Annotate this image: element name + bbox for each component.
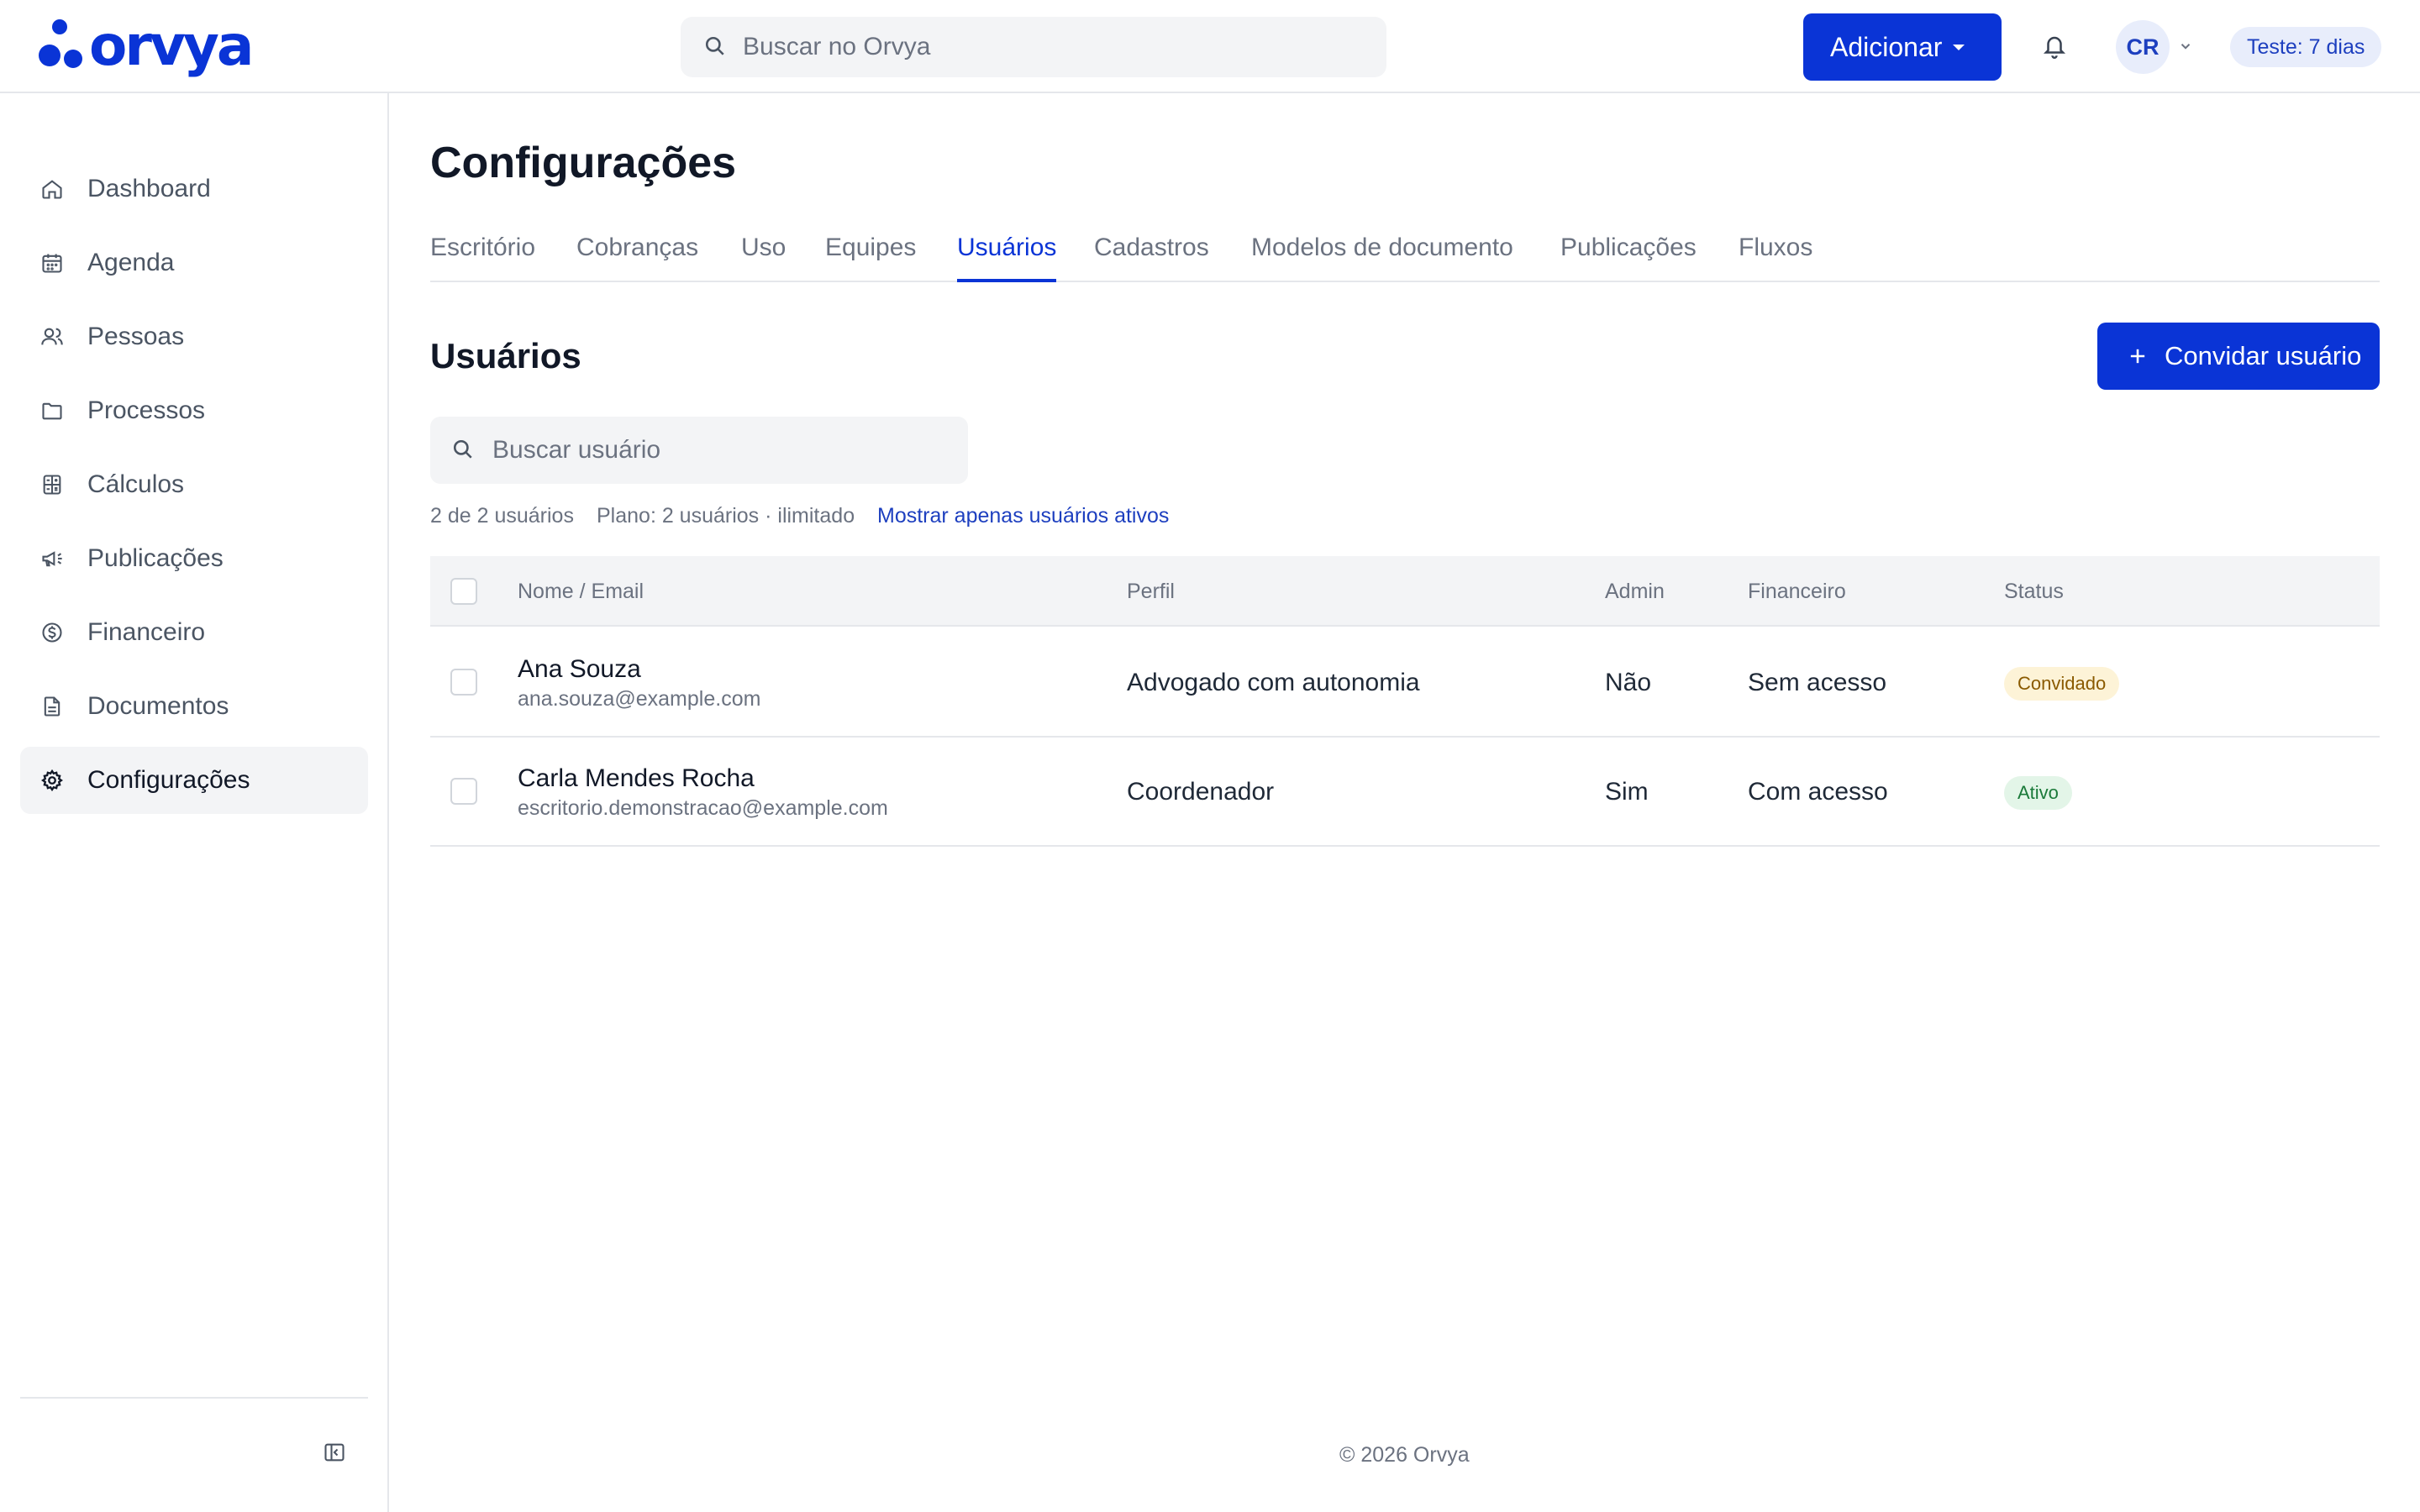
folder-icon [42, 402, 62, 420]
dollar-circle-icon [42, 622, 62, 643]
invite-user-label: Convidar usuário [2165, 341, 2362, 370]
sidebar-item-agenda[interactable]: Agenda [20, 229, 368, 297]
tab-uso[interactable]: Uso [741, 234, 786, 282]
user-profile: Coordenador [1127, 778, 1275, 806]
sidebar: Dashboard Agenda Pessoas Processos Cálcu… [0, 93, 389, 1512]
sidebar-item-label: Configurações [87, 766, 250, 794]
sidebar-item-financeiro[interactable]: Financeiro [20, 599, 368, 666]
sidebar-item-publicacoes[interactable]: Publicações [20, 525, 368, 592]
user-name[interactable]: Carla Mendes Rocha [518, 764, 755, 793]
calculator-icon [43, 475, 61, 495]
user-count: 2 de 2 usuários [430, 504, 574, 528]
column-header-perfil[interactable]: Perfil [1127, 580, 1175, 604]
tab-escritorio[interactable]: Escritório [430, 234, 535, 282]
home-icon [42, 180, 62, 199]
sidebar-divider [20, 1397, 368, 1399]
sidebar-item-label: Financeiro [87, 618, 206, 646]
search-icon [453, 439, 472, 459]
global-search-input[interactable]: Buscar no Orvya [681, 17, 1386, 77]
column-header-admin[interactable]: Admin [1605, 580, 1665, 604]
user-search-input[interactable]: Buscar usuário [430, 417, 968, 484]
calendar-icon [42, 254, 62, 273]
trial-label: Teste: 7 dias [2247, 34, 2365, 59]
tab-publicacoes[interactable]: Publicações [1560, 234, 1697, 282]
sidebar-item-label: Agenda [87, 249, 175, 276]
add-button[interactable]: Adicionar [1803, 13, 2002, 81]
table-header: Nome / Email Perfil Admin Financeiro Sta… [430, 556, 2380, 627]
search-icon [705, 36, 724, 55]
footer-copyright: © 2026 Orvya [1339, 1443, 1470, 1467]
settings-tabs: Escritório Cobranças Uso Equipes Usuário… [430, 227, 2380, 282]
column-header-status[interactable]: Status [2004, 580, 2064, 604]
trial-badge[interactable]: Teste: 7 dias [2230, 27, 2382, 67]
bell-icon[interactable] [2042, 32, 2067, 60]
sidebar-item-pessoas[interactable]: Pessoas [20, 303, 368, 370]
sidebar-collapse-icon[interactable] [323, 1441, 346, 1464]
sidebar-item-calculos[interactable]: Cálculos [20, 451, 368, 518]
tab-cobrancas[interactable]: Cobranças [576, 234, 698, 282]
global-search-placeholder: Buscar no Orvya [743, 33, 931, 60]
sidebar-item-documentos[interactable]: Documentos [20, 673, 368, 740]
top-bar: orvya Buscar no Orvya Adicionar CR Teste… [0, 0, 2420, 93]
sidebar-item-configuracoes[interactable]: Configurações [20, 747, 368, 814]
logo-wordmark: orvya [89, 13, 254, 78]
caret-down-icon [1953, 45, 1965, 50]
user-avatar[interactable]: CR [2116, 20, 2170, 74]
table-row[interactable]: Carla Mendes Rocha escritorio.demonstrac… [430, 738, 2380, 847]
user-email: ana.souza@example.com [518, 687, 761, 711]
sidebar-item-label: Dashboard [87, 175, 211, 202]
tab-modelos-de-documento[interactable]: Modelos de documento [1251, 234, 1513, 282]
user-admin: Sim [1605, 778, 1649, 806]
tab-usuarios[interactable]: Usuários [957, 234, 1057, 282]
table-row[interactable]: Ana Souza ana.souza@example.com Advogado… [430, 628, 2380, 738]
page-title: Configurações [430, 139, 737, 187]
user-finance-access: Sem acesso [1748, 669, 1887, 696]
section-title: Usuários [430, 336, 581, 375]
users-icon [41, 328, 63, 345]
sidebar-item-label: Processos [87, 396, 206, 424]
user-name[interactable]: Ana Souza [518, 655, 641, 684]
sidebar-item-label: Cálculos [87, 470, 185, 498]
user-profile: Advogado com autonomia [1127, 669, 1420, 696]
sidebar-item-label: Documentos [87, 692, 229, 720]
user-search-placeholder: Buscar usuário [492, 436, 661, 464]
user-admin: Não [1605, 669, 1652, 696]
status-badge: Ativo [2004, 776, 2072, 810]
document-icon [44, 696, 60, 717]
sidebar-item-processos[interactable]: Processos [20, 377, 368, 444]
status-badge: Convidado [2004, 667, 2120, 701]
tab-cadastros[interactable]: Cadastros [1094, 234, 1209, 282]
sidebar-item-label: Pessoas [87, 323, 185, 350]
logo-mark-icon [39, 19, 82, 73]
megaphone-icon [42, 551, 62, 567]
avatar-initials: CR [2126, 34, 2160, 60]
row-checkbox[interactable] [450, 778, 477, 805]
user-finance-access: Com acesso [1748, 778, 1888, 806]
gear-icon [41, 769, 63, 792]
add-button-label: Adicionar [1830, 31, 1943, 62]
column-header-financeiro[interactable]: Financeiro [1748, 580, 1846, 604]
sidebar-item-dashboard[interactable]: Dashboard [20, 155, 368, 223]
tab-equipes[interactable]: Equipes [825, 234, 916, 282]
invite-user-button[interactable]: Convidar usuário [2097, 323, 2380, 390]
tab-fluxos[interactable]: Fluxos [1739, 234, 1812, 282]
plus-icon [2130, 349, 2145, 364]
plan-info: Plano: 2 usuários · ilimitado [597, 504, 855, 528]
show-active-users-link[interactable]: Mostrar apenas usuários ativos [877, 504, 1169, 528]
select-all-checkbox[interactable] [450, 578, 477, 605]
user-email: escritorio.demonstracao@example.com [518, 796, 888, 820]
sidebar-item-label: Publicações [87, 544, 224, 572]
column-header-name-email[interactable]: Nome / Email [518, 580, 644, 604]
row-checkbox[interactable] [450, 669, 477, 696]
chevron-down-icon[interactable] [2178, 39, 2193, 54]
orvya-logo[interactable]: orvya [39, 13, 254, 78]
